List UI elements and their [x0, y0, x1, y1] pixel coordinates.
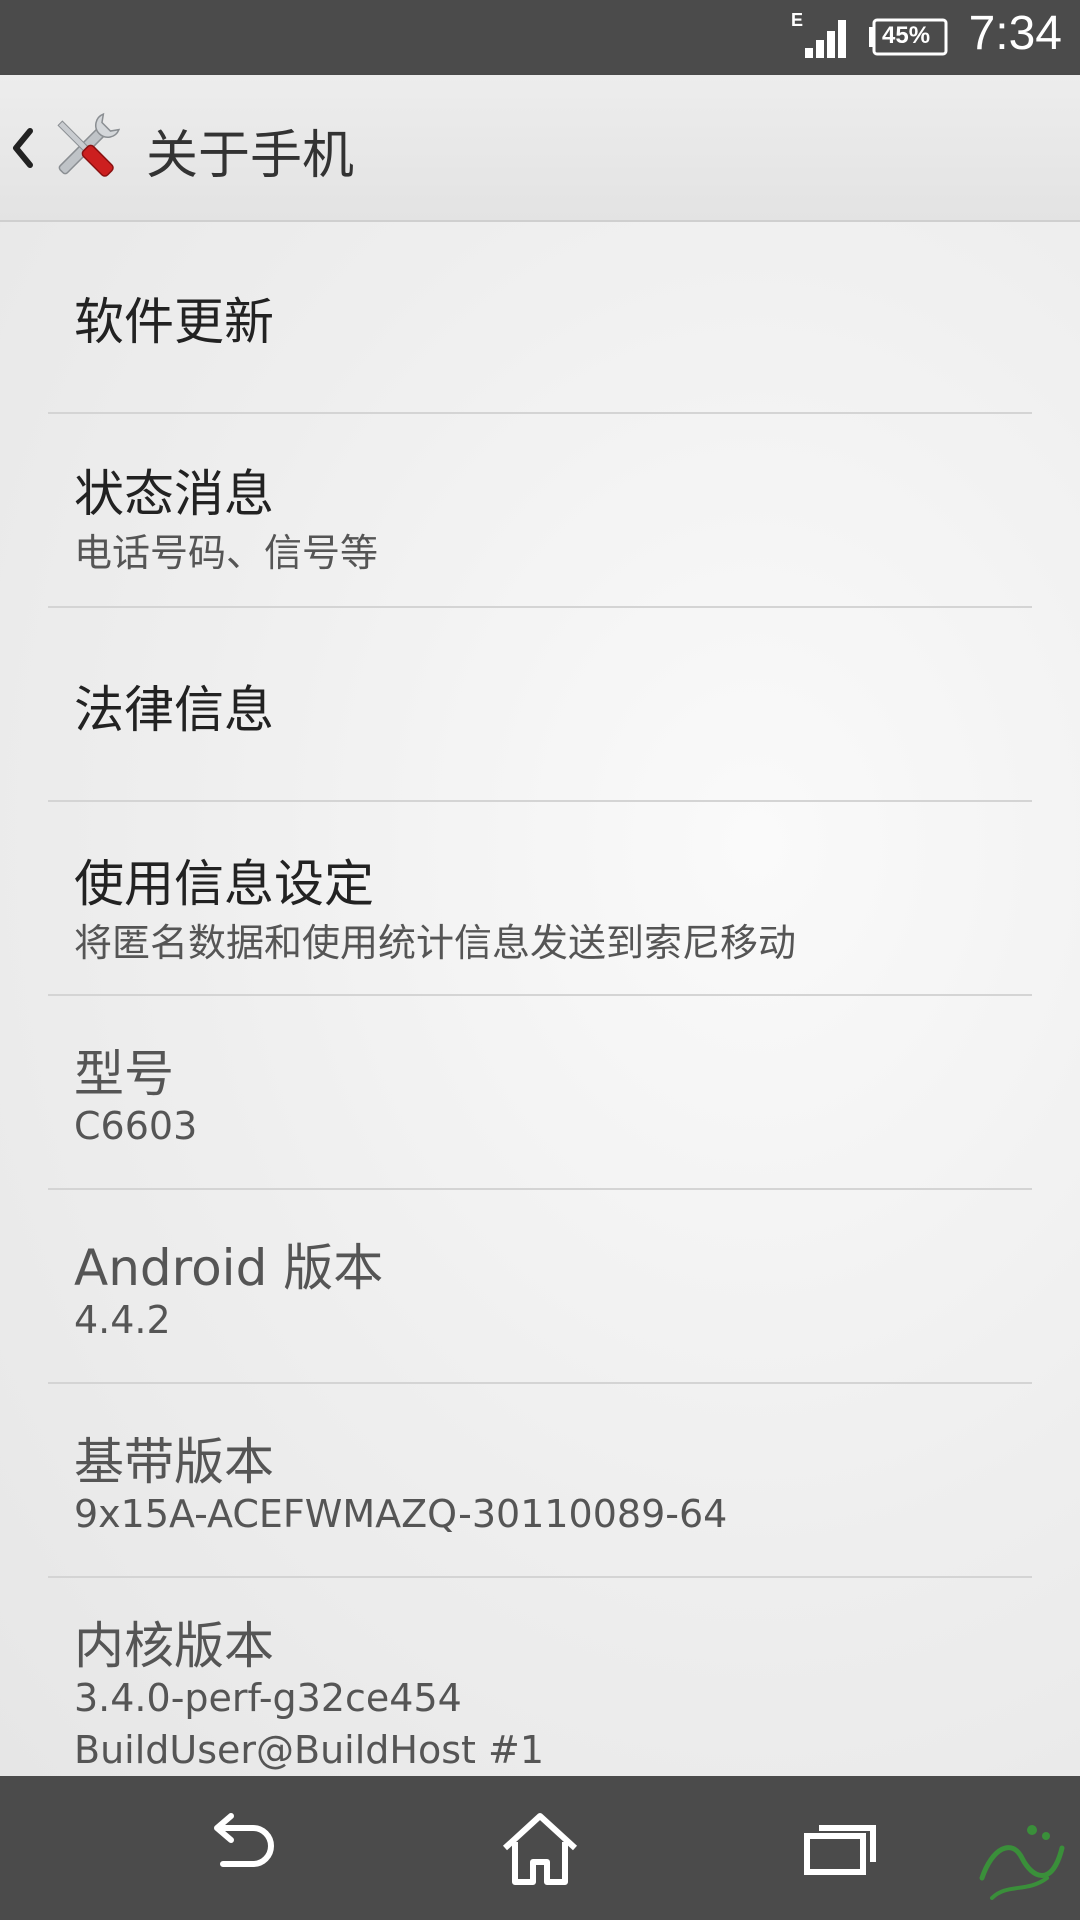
- item-title: Android 版本: [74, 1239, 384, 1297]
- clock: 7:34: [968, 7, 1062, 60]
- item-summary: 将匿名数据和使用统计信息发送到索尼移动: [74, 921, 797, 965]
- item-title: 状态消息: [74, 465, 274, 523]
- battery-percent: 45%: [882, 22, 931, 49]
- page-title: 关于手机: [146, 126, 355, 186]
- back-chevron-icon[interactable]: [8, 123, 38, 173]
- item-summary: 电话号码、信号等: [74, 531, 379, 575]
- list-item-android-version[interactable]: Android 版本 4.4.2: [48, 1190, 1032, 1384]
- item-summary: 4.4.2: [74, 1298, 171, 1342]
- wrench-screwdriver-icon[interactable]: [44, 107, 126, 189]
- signal-strength-icon: [805, 20, 846, 58]
- item-title: 使用信息设定: [74, 855, 374, 913]
- navigation-bar: [0, 1776, 1080, 1920]
- item-summary: 3.4.0-perf-g32ce454: [74, 1676, 462, 1720]
- item-summary: 9x15A-ACEFWMAZQ-30110089-64: [74, 1492, 728, 1536]
- item-summary-line2: BuildUser@BuildHost #1: [74, 1728, 545, 1772]
- item-title: 软件更新: [74, 293, 274, 351]
- item-summary: C6603: [74, 1104, 198, 1148]
- list-item-baseband-version: 基带版本 9x15A-ACEFWMAZQ-30110089-64: [48, 1384, 1032, 1578]
- list-item-software-update[interactable]: 软件更新: [48, 222, 1032, 414]
- list-item-kernel-version: 内核版本 3.4.0-perf-g32ce454 BuildUser@Build…: [48, 1578, 1032, 1776]
- item-title: 法律信息: [74, 681, 274, 739]
- settings-list: 软件更新 状态消息 电话号码、信号等 法律信息 使用信息设定 将匿名数据和使用统…: [0, 222, 1080, 1776]
- list-item-legal[interactable]: 法律信息: [48, 608, 1032, 802]
- battery-icon: 45%: [868, 18, 948, 56]
- home-icon[interactable]: [495, 1806, 585, 1890]
- list-item-usage-settings[interactable]: 使用信息设定 将匿名数据和使用统计信息发送到索尼移动: [48, 802, 1032, 996]
- recent-apps-icon[interactable]: [795, 1806, 885, 1890]
- list-item-status[interactable]: 状态消息 电话号码、信号等: [48, 414, 1032, 608]
- list-item-model: 型号 C6603: [48, 996, 1032, 1190]
- item-title: 型号: [74, 1045, 174, 1103]
- item-title: 基带版本: [74, 1433, 274, 1491]
- watermark-logo: [979, 1825, 1065, 1900]
- status-bar: E 45% 7:34: [0, 0, 1080, 75]
- back-arrow-icon[interactable]: [197, 1806, 287, 1890]
- item-title: 内核版本: [74, 1617, 274, 1675]
- action-bar: 关于手机: [0, 75, 1080, 222]
